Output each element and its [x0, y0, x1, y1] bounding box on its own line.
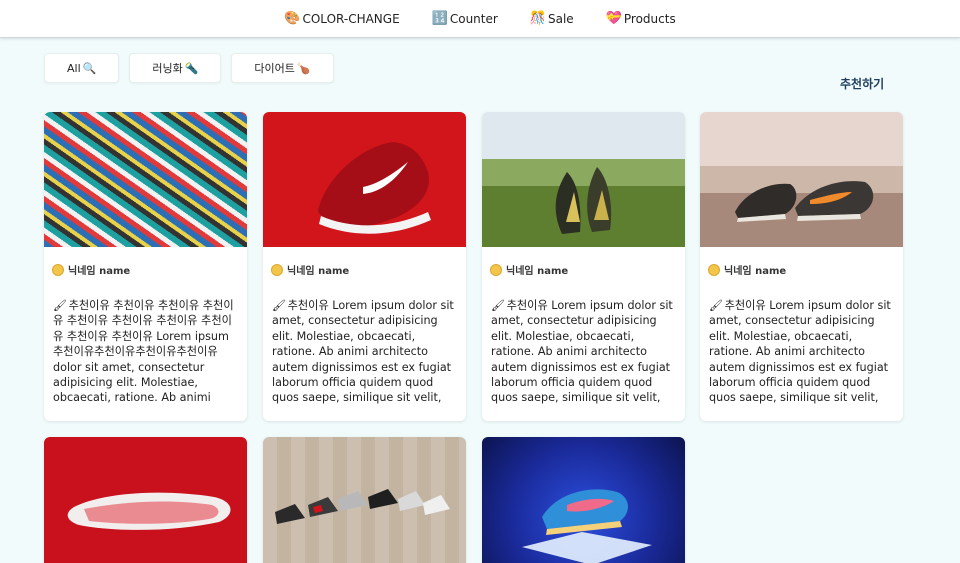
author-name: 닉네임 name: [506, 266, 569, 277]
confetti-icon: 🎊: [529, 11, 546, 26]
heart-gift-icon: 💝: [605, 11, 622, 26]
numbers-icon: 🔢: [431, 11, 448, 26]
product-card[interactable]: [482, 437, 685, 563]
nav-counter[interactable]: 🔢 Counter: [432, 12, 498, 26]
field-sneakers-drawing: [555, 167, 612, 234]
author-name: 닉네임 name: [68, 266, 131, 277]
author: 닉네임 name: [490, 262, 568, 277]
product-image-red-sneaker: [263, 112, 466, 247]
nav-label: Products: [623, 11, 676, 26]
filter-diet-button[interactable]: 다이어트 🍗: [231, 53, 334, 83]
product-card[interactable]: [263, 437, 466, 563]
paintbrush-icon: 🖌: [53, 299, 67, 312]
filter-all-button[interactable]: All 🔍: [44, 53, 120, 83]
recommend-button[interactable]: 추천하기: [840, 75, 884, 92]
filter-label: 러닝화: [152, 62, 183, 75]
product-card[interactable]: 닉네임 name 🖌 추천이유 Lorem ipsum dolor sit am…: [263, 112, 466, 421]
nav-label: Counter: [449, 11, 498, 26]
beach-sneakers-drawing: [735, 181, 874, 222]
product-image-blue-sneaker-pedestal: [482, 437, 685, 563]
nav-products[interactable]: 💝 Products: [606, 12, 676, 26]
author: 닉네임 name: [271, 262, 349, 277]
nav-label: COLOR-CHANGE: [302, 11, 400, 26]
red-sneaker-drawing: [318, 142, 431, 234]
product-card[interactable]: [44, 437, 247, 563]
paintbrush-icon: 🖌: [491, 299, 505, 312]
card-body: 🖌 추천이유 Lorem ipsum dolor sit amet, conse…: [272, 298, 460, 406]
sneakers-row-drawing: [275, 489, 450, 524]
product-image-sneakers-in-field: [482, 112, 685, 247]
smiley-icon: [271, 263, 283, 276]
nav-color-change[interactable]: 🎨 COLOR-CHANGE: [284, 12, 399, 26]
card-body: 🖌 추천이유 Lorem ipsum dolor sit amet, conse…: [491, 298, 679, 406]
product-image-sneakers-row-wood: [263, 437, 466, 563]
card-text: 추천이유 Lorem ipsum dolor sit amet, consect…: [709, 299, 891, 405]
sneaker-sole-drawing: [67, 492, 231, 530]
chicken-leg-icon: 🍗: [296, 61, 311, 75]
magnifier-icon: 🔍: [82, 61, 97, 75]
product-card[interactable]: 닉네임 name 🖌 추천이유 Lorem ipsum dolor sit am…: [700, 112, 903, 421]
filter-bar: All 🔍 러닝화 🔦 다이어트 🍗: [44, 53, 334, 83]
filter-label: 다이어트: [254, 62, 295, 75]
product-image-sneakers-on-beach: [700, 112, 903, 247]
product-image-pile-of-sneakers: [44, 112, 247, 247]
paintbrush-icon: 🖌: [709, 299, 723, 312]
flashlight-icon: 🔦: [184, 61, 199, 75]
card-body: 🖌 추천이유 Lorem ipsum dolor sit amet, conse…: [709, 298, 897, 406]
top-nav: 🎨 COLOR-CHANGE 🔢 Counter 🎊 Sale 💝 Produc…: [0, 0, 960, 38]
card-body: 🖌 추천이유 추천이유 추천이유 추천이유 추천이유 추천이유 추천이유 추천이…: [53, 298, 241, 406]
pedestal-sneaker-drawing: [522, 489, 652, 563]
nav-sale[interactable]: 🎊 Sale: [530, 12, 574, 26]
author-name: 닉네임 name: [287, 266, 350, 277]
smiley-icon: [708, 263, 720, 276]
author-name: 닉네임 name: [724, 266, 787, 277]
product-image-red-sneaker-sole: [44, 437, 247, 563]
card-text: 추천이유 Lorem ipsum dolor sit amet, consect…: [272, 299, 454, 405]
product-card[interactable]: 닉네임 name 🖌 추천이유 Lorem ipsum dolor sit am…: [482, 112, 685, 421]
nav-label: Sale: [548, 11, 574, 26]
author: 닉네임 name: [708, 262, 786, 277]
filter-running-button[interactable]: 러닝화 🔦: [129, 53, 222, 83]
card-text: 추천이유 Lorem ipsum dolor sit amet, consect…: [491, 299, 673, 405]
product-card[interactable]: 닉네임 name 🖌 추천이유 추천이유 추천이유 추천이유 추천이유 추천이유…: [44, 112, 247, 421]
palette-icon: 🎨: [284, 11, 301, 26]
smiley-icon: [490, 263, 502, 276]
paintbrush-icon: 🖌: [272, 299, 286, 312]
smiley-icon: [52, 263, 64, 276]
filter-label: All: [67, 61, 81, 75]
card-text: 추천이유 추천이유 추천이유 추천이유 추천이유 추천이유 추천이유 추천이유 …: [53, 299, 234, 405]
author: 닉네임 name: [52, 262, 130, 277]
